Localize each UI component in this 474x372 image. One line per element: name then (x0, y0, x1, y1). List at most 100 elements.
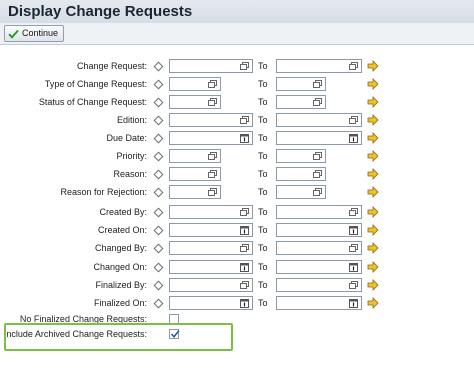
value-help-icon[interactable] (313, 80, 322, 88)
change-request-to-input[interactable] (276, 59, 362, 73)
calendar-icon[interactable] (240, 226, 249, 235)
multiple-selection-arrow-icon[interactable] (367, 279, 379, 291)
multiple-selection-arrow-icon[interactable] (367, 261, 379, 273)
value-help-icon[interactable] (208, 80, 217, 88)
finalized-by-to-input[interactable] (276, 278, 362, 292)
edition-from-input[interactable] (169, 113, 253, 127)
value-help-icon[interactable] (208, 170, 217, 178)
reason-for-rejection-to-input[interactable] (276, 185, 326, 199)
value-help-icon[interactable] (349, 62, 358, 70)
value-help-icon[interactable] (349, 116, 358, 124)
calendar-icon[interactable] (349, 226, 358, 235)
changed-by-to-input[interactable] (276, 241, 362, 255)
value-help-icon[interactable] (240, 116, 249, 124)
value-help-icon[interactable] (208, 188, 217, 196)
value-help-icon[interactable] (240, 281, 249, 289)
value-help-icon[interactable] (349, 208, 358, 216)
criteria-row-edition: Edition: To (0, 112, 474, 129)
selection-option-icon[interactable] (153, 298, 164, 309)
multiple-selection-arrow-icon[interactable] (367, 96, 379, 108)
page-title: Display Change Requests (8, 3, 193, 20)
value-help-icon[interactable] (349, 281, 358, 289)
value-help-icon[interactable] (240, 208, 249, 216)
finalized-on-from-input[interactable] (169, 296, 253, 310)
continue-button[interactable]: Continue (4, 25, 65, 42)
selection-option-icon[interactable] (153, 280, 164, 291)
reason-for-rejection-from-input[interactable] (169, 185, 221, 199)
finalized-by-from-input[interactable] (169, 278, 253, 292)
multiple-selection-arrow-icon[interactable] (367, 206, 379, 218)
value-help-icon[interactable] (313, 188, 322, 196)
field-label: Change Request: (76, 61, 147, 71)
calendar-icon[interactable] (240, 299, 249, 308)
status-of-change-request-to-input[interactable] (276, 95, 326, 109)
range-to-label: To (258, 61, 268, 71)
finalized-on-to-input[interactable] (276, 296, 362, 310)
value-help-icon[interactable] (240, 244, 249, 252)
calendar-icon[interactable] (240, 263, 249, 272)
field-label: Due Date: (106, 133, 147, 143)
field-label: Status of Change Request: (38, 97, 147, 107)
criteria-row-change-request: Change Request: To (0, 58, 474, 75)
created-on-from-input[interactable] (169, 223, 253, 237)
multiple-selection-arrow-icon[interactable] (367, 150, 379, 162)
multiple-selection-arrow-icon[interactable] (367, 132, 379, 144)
highlight-frame (4, 323, 233, 351)
multiple-selection-arrow-icon[interactable] (367, 168, 379, 180)
created-by-to-input[interactable] (276, 205, 362, 219)
criteria-row-status-of-change-request: Status of Change Request: To (0, 94, 474, 111)
multiple-selection-arrow-icon[interactable] (367, 224, 379, 236)
type-of-change-request-to-input[interactable] (276, 77, 326, 91)
changed-on-from-input[interactable] (169, 260, 253, 274)
value-help-icon[interactable] (313, 152, 322, 160)
selection-option-icon[interactable] (153, 151, 164, 162)
value-help-icon[interactable] (208, 98, 217, 106)
priority-from-input[interactable] (169, 149, 221, 163)
range-to-label: To (258, 187, 268, 197)
calendar-icon[interactable] (349, 299, 358, 308)
value-help-icon[interactable] (313, 98, 322, 106)
value-help-icon[interactable] (208, 152, 217, 160)
selection-option-icon[interactable] (153, 61, 164, 72)
multiple-selection-arrow-icon[interactable] (367, 60, 379, 72)
selection-option-icon[interactable] (153, 133, 164, 144)
value-help-icon[interactable] (349, 244, 358, 252)
priority-to-input[interactable] (276, 149, 326, 163)
value-help-icon[interactable] (313, 170, 322, 178)
multiple-selection-arrow-icon[interactable] (367, 186, 379, 198)
selection-option-icon[interactable] (153, 79, 164, 90)
selection-option-icon[interactable] (153, 115, 164, 126)
reason-from-input[interactable] (169, 167, 221, 181)
calendar-icon[interactable] (349, 263, 358, 272)
changed-on-to-input[interactable] (276, 260, 362, 274)
selection-option-icon[interactable] (153, 207, 164, 218)
calendar-icon[interactable] (240, 134, 249, 143)
changed-by-from-input[interactable] (169, 241, 253, 255)
type-of-change-request-from-input[interactable] (169, 77, 221, 91)
created-on-to-input[interactable] (276, 223, 362, 237)
change-request-from-input[interactable] (169, 59, 253, 73)
selection-option-icon[interactable] (153, 243, 164, 254)
selection-option-icon[interactable] (153, 169, 164, 180)
reason-to-input[interactable] (276, 167, 326, 181)
calendar-icon[interactable] (349, 134, 358, 143)
multiple-selection-arrow-icon[interactable] (367, 297, 379, 309)
multiple-selection-arrow-icon[interactable] (367, 78, 379, 90)
range-to-label: To (258, 115, 268, 125)
due-date-to-input[interactable] (276, 131, 362, 145)
selection-option-icon[interactable] (153, 262, 164, 273)
status-of-change-request-from-input[interactable] (169, 95, 221, 109)
field-label: Priority: (116, 151, 147, 161)
selection-option-icon[interactable] (153, 225, 164, 236)
multiple-selection-arrow-icon[interactable] (367, 242, 379, 254)
selection-option-icon[interactable] (153, 187, 164, 198)
criteria-row-reason: Reason: To (0, 166, 474, 183)
value-help-icon[interactable] (240, 62, 249, 70)
created-by-from-input[interactable] (169, 205, 253, 219)
due-date-from-input[interactable] (169, 131, 253, 145)
selection-option-icon[interactable] (153, 97, 164, 108)
continue-button-label: Continue (22, 28, 59, 38)
field-label: Created By: (99, 207, 147, 217)
edition-to-input[interactable] (276, 113, 362, 127)
multiple-selection-arrow-icon[interactable] (367, 114, 379, 126)
